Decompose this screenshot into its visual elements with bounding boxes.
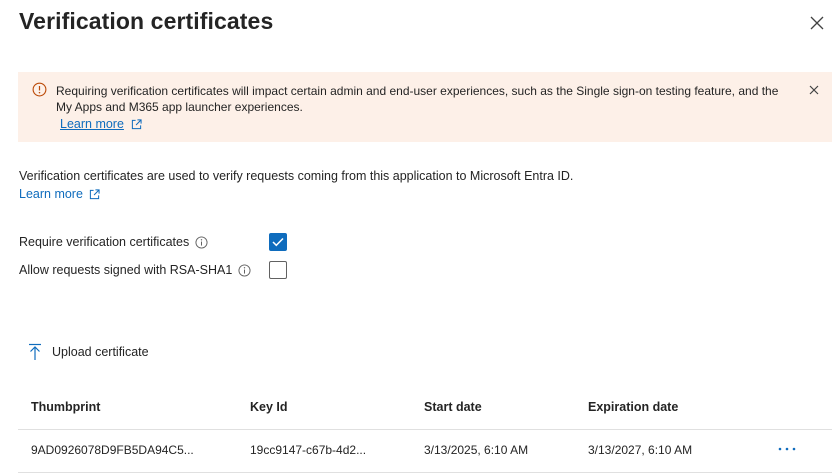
rsa-sha1-option: Allow requests signed with RSA-SHA1 bbox=[19, 263, 251, 277]
info-icon[interactable] bbox=[195, 235, 208, 249]
row-more-actions-button[interactable] bbox=[774, 440, 800, 458]
warning-banner: Requiring verification certificates will… bbox=[18, 72, 832, 142]
rsa-sha1-label: Allow requests signed with RSA-SHA1 bbox=[19, 263, 233, 277]
require-verification-label: Require verification certificates bbox=[19, 235, 190, 249]
upload-certificate-label: Upload certificate bbox=[52, 345, 149, 359]
info-icon[interactable] bbox=[238, 263, 251, 277]
column-header-expiration-date: Expiration date bbox=[588, 400, 679, 414]
table-header-divider bbox=[18, 429, 832, 430]
table-row-divider bbox=[18, 472, 832, 473]
close-icon bbox=[809, 85, 819, 95]
column-header-thumbprint: Thumbprint bbox=[31, 400, 101, 414]
column-header-key-id: Key Id bbox=[250, 400, 288, 414]
banner-message: Requiring verification certificates will… bbox=[56, 84, 779, 114]
cell-expiration-date: 3/13/2027, 6:10 AM bbox=[588, 443, 693, 457]
banner-learn-more-link[interactable]: Learn more bbox=[60, 117, 142, 131]
require-verification-checkbox[interactable] bbox=[269, 233, 287, 251]
close-panel-button[interactable] bbox=[806, 12, 828, 34]
upload-icon bbox=[29, 343, 41, 360]
cell-thumbprint: 9AD0926078D9FB5DA94C5... bbox=[31, 443, 194, 457]
checkmark-icon bbox=[272, 237, 284, 247]
description-learn-more-label: Learn more bbox=[19, 187, 83, 201]
require-verification-option: Require verification certificates bbox=[19, 235, 208, 249]
external-link-icon bbox=[89, 188, 100, 199]
banner-dismiss-button[interactable] bbox=[806, 82, 822, 98]
rsa-sha1-checkbox[interactable] bbox=[269, 261, 287, 279]
cell-key-id: 19cc9147-c67b-4d2... bbox=[250, 443, 367, 457]
description-learn-more-link[interactable]: Learn more bbox=[19, 187, 100, 201]
close-icon bbox=[810, 16, 824, 30]
warning-circle-icon bbox=[32, 82, 47, 97]
column-header-start-date: Start date bbox=[424, 400, 482, 414]
external-link-icon bbox=[131, 118, 142, 129]
more-horizontal-icon bbox=[778, 447, 796, 451]
cell-start-date: 3/13/2025, 6:10 AM bbox=[424, 443, 529, 457]
page-title: Verification certificates bbox=[19, 8, 274, 34]
banner-learn-more-label: Learn more bbox=[60, 117, 124, 131]
description-text: Verification certificates are used to ve… bbox=[19, 169, 574, 183]
upload-certificate-button[interactable]: Upload certificate bbox=[28, 343, 149, 361]
